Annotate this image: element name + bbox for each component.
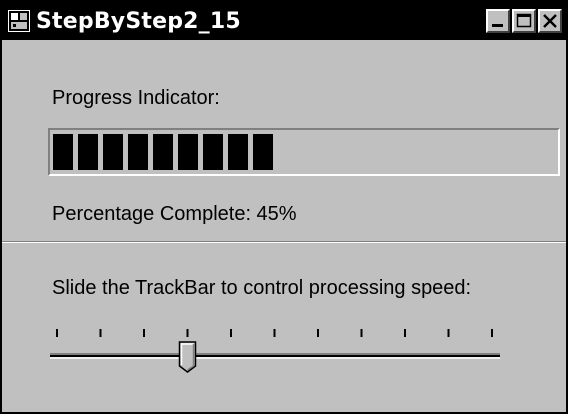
minimize-icon bbox=[492, 24, 503, 27]
progress-segment bbox=[178, 134, 198, 170]
progress-segment bbox=[253, 134, 273, 170]
progress-segment bbox=[78, 134, 98, 170]
maximize-button[interactable] bbox=[512, 9, 536, 33]
percentage-complete-label: Percentage Complete: 45% bbox=[52, 203, 297, 225]
window-title: StepByStep2_15 bbox=[36, 9, 241, 34]
progress-segment bbox=[103, 134, 123, 170]
minimize-button[interactable] bbox=[486, 9, 510, 33]
close-icon bbox=[543, 14, 557, 28]
separator-line bbox=[2, 241, 566, 243]
title-bar[interactable]: StepByStep2_15 bbox=[2, 2, 566, 40]
progress-segment bbox=[153, 134, 173, 170]
progress-segment bbox=[128, 134, 148, 170]
progress-segment bbox=[203, 134, 223, 170]
progress-bar bbox=[48, 128, 560, 176]
app-window: StepByStep2_15 Progress Indicator: Perce… bbox=[0, 0, 568, 414]
app-window-icon[interactable] bbox=[8, 10, 30, 32]
progress-label: Progress Indicator: bbox=[52, 87, 220, 109]
close-button[interactable] bbox=[538, 9, 562, 33]
trackbar-label: Slide the TrackBar to control processing… bbox=[52, 277, 472, 299]
speed-trackbar[interactable] bbox=[42, 320, 512, 380]
progress-segment bbox=[228, 134, 248, 170]
progress-fill bbox=[53, 134, 555, 170]
client-area: Progress Indicator: Percentage Complete:… bbox=[2, 40, 566, 412]
trackbar-graphic bbox=[50, 329, 500, 373]
progress-segment bbox=[53, 134, 73, 170]
maximize-icon bbox=[516, 13, 532, 28]
